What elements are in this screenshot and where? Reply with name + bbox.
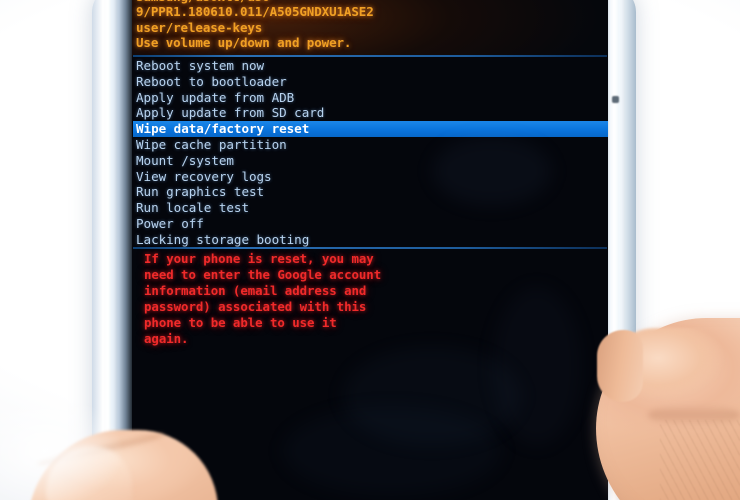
menu-item-apply-update-sd-card[interactable]: Apply update from SD card bbox=[132, 105, 608, 121]
menu-item-reboot-to-bootloader[interactable]: Reboot to bootloader bbox=[132, 74, 608, 90]
recovery-header-lines: Android Recovery samsung/a50xtc/a50 9/PP… bbox=[136, 0, 606, 51]
screen-reflection-4 bbox=[282, 406, 502, 496]
recovery-menu: Reboot system now Reboot to bootloader A… bbox=[132, 58, 608, 248]
header-line-build: 9/PPR1.180610.011/A505GNDXU1ASE2 bbox=[136, 4, 374, 20]
menu-item-wipe-data-factory-reset[interactable]: Wipe data/factory reset bbox=[133, 121, 608, 137]
right-hand-fingertip bbox=[597, 330, 643, 402]
warning-line-2: need to enter the Google account bbox=[144, 267, 382, 283]
header-line-hint: Use volume up/down and power. bbox=[136, 35, 352, 51]
header-divider bbox=[133, 55, 607, 57]
header-line-keys: user/release-keys bbox=[136, 19, 263, 35]
menu-item-power-off[interactable]: Power off bbox=[132, 216, 608, 232]
menu-item-view-recovery-logs[interactable]: View recovery logs bbox=[132, 169, 608, 185]
menu-item-run-locale-test[interactable]: Run locale test bbox=[132, 200, 608, 216]
menu-divider bbox=[133, 247, 607, 249]
google-account-warning: If your phone is reset, you may need to … bbox=[132, 251, 608, 348]
screen-reflection-2 bbox=[342, 346, 522, 446]
menu-item-wipe-cache-partition[interactable]: Wipe cache partition bbox=[132, 137, 608, 153]
right-hand-hair bbox=[660, 420, 740, 500]
warning-line-1: If your phone is reset, you may bbox=[144, 251, 374, 266]
screenshot-scene: Android Recovery samsung/a50xtc/a50 9/PP… bbox=[0, 0, 740, 500]
warning-line-6: again. bbox=[144, 331, 189, 347]
backdrop-glow-bottom-left bbox=[0, 392, 150, 500]
phone-screen: Android Recovery samsung/a50xtc/a50 9/PP… bbox=[132, 0, 608, 500]
warning-line-5: phone to be able to use it bbox=[144, 315, 337, 331]
menu-item-mount-system[interactable]: Mount /system bbox=[132, 153, 608, 169]
recovery-header: Android Recovery samsung/a50xtc/a50 9/PP… bbox=[132, 0, 608, 56]
menu-item-run-graphics-test[interactable]: Run graphics test bbox=[132, 184, 608, 200]
warning-line-4: password) associated with this bbox=[144, 299, 367, 315]
phone-power-button[interactable] bbox=[612, 96, 619, 103]
menu-item-apply-update-adb[interactable]: Apply update from ADB bbox=[132, 90, 608, 106]
warning-line-3: information (email address and bbox=[144, 283, 367, 299]
menu-item-lacking-storage-booting[interactable]: Lacking storage booting bbox=[132, 232, 608, 248]
menu-item-reboot-system-now[interactable]: Reboot system now bbox=[132, 58, 608, 74]
